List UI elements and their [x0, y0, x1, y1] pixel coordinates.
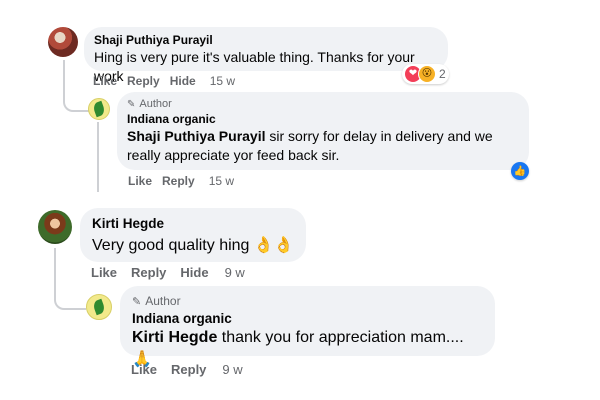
comment-author[interactable]: Shaji Puthiya Purayil — [94, 33, 438, 47]
like-icon: 👍 — [513, 165, 527, 177]
leaf-logo-icon — [91, 100, 107, 118]
author-badge-label: Author — [145, 294, 181, 308]
ok-hand-emoji: 👌👌 — [253, 235, 294, 254]
author-badge-label: Author — [139, 98, 172, 110]
reply-actions: Like Reply 9 w — [131, 362, 243, 377]
reply-bubble: ✎ Author Indiana organic Shaji Puthiya P… — [117, 92, 529, 170]
wow-icon: 😮 — [418, 65, 436, 83]
author-badge: ✎ Author — [132, 294, 483, 308]
mention-link[interactable]: Kirti Hegde — [132, 329, 217, 346]
avatar[interactable] — [86, 294, 112, 320]
comment-text: Very good quality hing 👌👌 — [92, 234, 294, 256]
comment-bubble: Kirti Hegde Very good quality hing 👌👌 — [80, 208, 306, 262]
hide-button[interactable]: Hide — [170, 74, 196, 88]
comment-actions: Like Reply Hide 15 w — [93, 74, 235, 88]
reply-button[interactable]: Reply — [171, 362, 206, 377]
reply-text-body: thank you for appreciation mam.... — [217, 329, 464, 346]
like-button[interactable]: Like — [93, 74, 117, 88]
pencil-icon: ✎ — [127, 98, 136, 110]
avatar[interactable] — [38, 210, 72, 244]
like-button[interactable]: Like — [131, 362, 157, 377]
pencil-icon: ✎ — [132, 295, 142, 308]
hide-button[interactable]: Hide — [180, 265, 208, 280]
avatar[interactable] — [48, 27, 78, 57]
comment-author[interactable]: Kirti Hegde — [92, 216, 294, 231]
reply-text: Shaji Puthiya Purayil sir sorry for dela… — [127, 127, 519, 165]
timestamp[interactable]: 15 w — [209, 174, 234, 188]
reply-author[interactable]: Indiana organic — [132, 311, 483, 326]
reply-author[interactable]: Indiana organic — [127, 112, 519, 126]
leaf-logo-icon — [91, 298, 107, 316]
comment-bubble: Shaji Puthiya Purayil Hing is very pure … — [84, 27, 448, 84]
thread-line — [54, 248, 56, 296]
avatar[interactable] — [88, 98, 110, 120]
reply-bubble: ✎ Author Indiana organic Kirti Hegde tha… — [120, 286, 495, 368]
reply-button[interactable]: Reply — [131, 265, 166, 280]
thread-line — [97, 122, 99, 192]
comment-actions: Like Reply Hide 9 w — [91, 265, 245, 280]
reply-connector — [54, 294, 86, 310]
reply-button[interactable]: Reply — [162, 174, 195, 188]
reply-connector — [63, 96, 91, 112]
mention-link[interactable]: Shaji Puthiya Purayil — [127, 128, 266, 144]
like-reaction-badge[interactable]: 👍 — [511, 162, 529, 180]
reaction-count: 2 — [439, 67, 446, 81]
comment-text-body: Very good quality hing — [92, 237, 250, 254]
timestamp[interactable]: 9 w — [222, 362, 242, 377]
reply-actions: Like Reply 15 w — [128, 174, 234, 188]
timestamp[interactable]: 15 w — [210, 74, 235, 88]
like-button[interactable]: Like — [128, 174, 152, 188]
timestamp[interactable]: 9 w — [225, 265, 245, 280]
reaction-summary[interactable]: ❤ 😮 2 — [402, 64, 449, 84]
reply-button[interactable]: Reply — [127, 74, 160, 88]
like-button[interactable]: Like — [91, 265, 117, 280]
author-badge: ✎ Author — [127, 98, 519, 110]
thread-line — [63, 60, 65, 98]
